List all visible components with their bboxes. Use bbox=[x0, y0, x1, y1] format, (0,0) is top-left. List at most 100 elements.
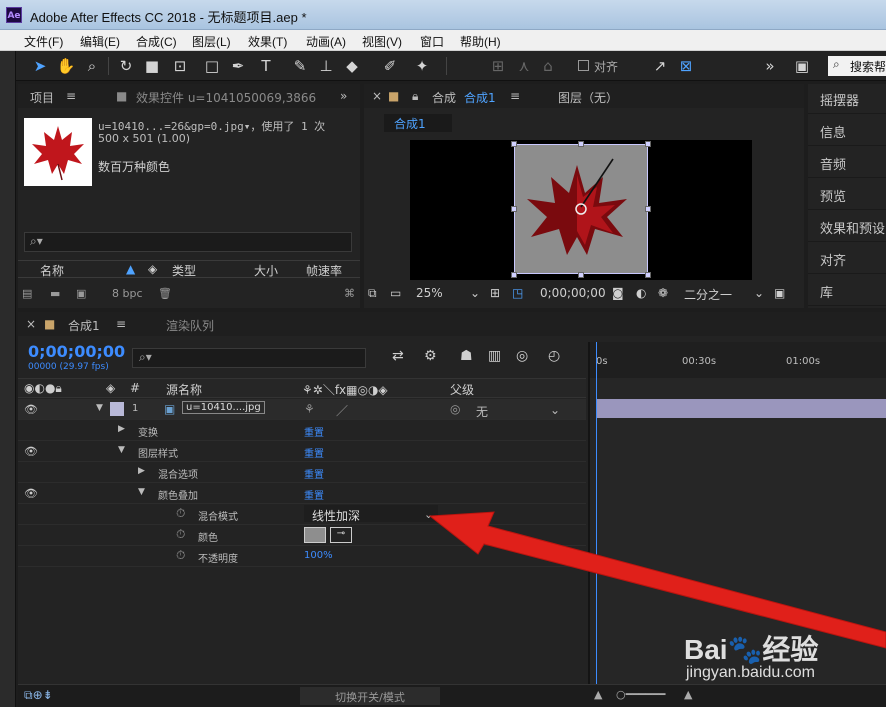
graph-editor-icon[interactable]: ◴ bbox=[548, 348, 560, 364]
align-checkbox[interactable] bbox=[578, 60, 589, 71]
layer-preview[interactable] bbox=[514, 144, 648, 274]
zoom-slider[interactable]: ○━━━━━━ bbox=[616, 688, 665, 701]
snap-grid-icon[interactable]: ⊠ bbox=[676, 56, 696, 76]
tab-timeline-comp[interactable]: 合成1 bbox=[68, 317, 100, 334]
layer-row[interactable]: 👁︎ ▼ 1 ▣ u=10410....jpg ⚘ ／ ◎ 无 ⌄ bbox=[18, 399, 586, 420]
panel-overflow-icon[interactable]: » bbox=[340, 89, 347, 103]
fit-frame-icon[interactable]: ⊞ bbox=[490, 286, 500, 300]
new-folder-icon[interactable]: ▬ bbox=[50, 287, 60, 300]
clone-stamp-tool-icon[interactable]: ⊥ bbox=[316, 56, 336, 76]
resolution-select[interactable]: 二分之一 bbox=[684, 286, 732, 303]
col-name[interactable]: 名称 bbox=[40, 262, 64, 279]
property-row-blend-mode[interactable]: ⏱ 混合模式 线性加深 ⌄ bbox=[18, 504, 586, 525]
col-frame-rate[interactable]: 帧速率 bbox=[306, 262, 342, 279]
comp-timecode[interactable]: 0;00;00;00 bbox=[540, 286, 606, 300]
trash-icon[interactable]: 🗑 bbox=[158, 287, 172, 300]
panel-preview[interactable]: 预览 bbox=[808, 180, 886, 210]
roto-brush-tool-icon[interactable]: ✐ bbox=[380, 56, 400, 76]
menu-animation[interactable]: 动画(A) bbox=[306, 33, 346, 50]
monitor-icon[interactable]: ▭ bbox=[390, 286, 401, 300]
tab-comp-name[interactable]: 合成1 bbox=[464, 89, 496, 106]
workspace-overflow-icon[interactable]: » bbox=[760, 56, 780, 76]
region-of-interest-icon[interactable]: ◳ bbox=[512, 286, 523, 300]
flowchart-icon[interactable]: ⌘ bbox=[344, 287, 355, 300]
project-search-input[interactable]: ⌕▾ bbox=[24, 232, 352, 252]
menu-window[interactable]: 窗口 bbox=[420, 33, 444, 50]
expand-triangle-icon[interactable]: ▼ bbox=[118, 445, 125, 455]
expand-triangle-icon[interactable]: ▼ bbox=[138, 487, 145, 497]
property-row-transform[interactable]: ▶ 变换 重置 bbox=[18, 420, 586, 441]
transform-handle[interactable] bbox=[578, 141, 584, 147]
eyedropper-icon[interactable]: ⊸ bbox=[330, 527, 352, 543]
eye-icon[interactable]: 👁︎ bbox=[24, 445, 38, 458]
color-swatch[interactable] bbox=[304, 527, 326, 543]
reset-link[interactable]: 重置 bbox=[304, 445, 324, 460]
playhead[interactable] bbox=[596, 342, 597, 692]
label-tag-icon[interactable]: ◈ bbox=[148, 262, 157, 276]
close-icon[interactable]: × bbox=[372, 89, 382, 103]
zoom-tool-icon[interactable]: ⌕ bbox=[82, 56, 102, 76]
frame-blending-icon[interactable]: ▥ bbox=[488, 348, 501, 364]
tab-project[interactable]: 项目 bbox=[30, 89, 54, 106]
shy-layers-icon[interactable]: ☗ bbox=[460, 348, 473, 364]
time-ruler[interactable]: 0s 00:30s 01:00s bbox=[590, 342, 886, 378]
stopwatch-icon[interactable]: ⏱ bbox=[176, 548, 185, 563]
zoom-select[interactable]: 25% bbox=[416, 286, 443, 300]
close-icon[interactable]: × bbox=[26, 317, 36, 331]
toggle-switches-modes-button[interactable]: 切换开关/模式 bbox=[300, 687, 440, 705]
zoom-out-icon[interactable]: ▲ bbox=[594, 688, 602, 701]
eraser-tool-icon[interactable]: ◆ bbox=[342, 56, 362, 76]
panel-audio[interactable]: 音频 bbox=[808, 148, 886, 178]
blend-mode-select[interactable]: 线性加深 bbox=[304, 505, 438, 523]
menu-help[interactable]: 帮助(H) bbox=[460, 33, 501, 50]
layer-name[interactable]: u=10410....jpg bbox=[182, 401, 265, 414]
transform-handle[interactable] bbox=[645, 141, 651, 147]
quality-switch-icon[interactable]: ／ bbox=[336, 402, 348, 419]
col-parent[interactable]: 父级 bbox=[450, 381, 474, 398]
menu-effect[interactable]: 效果(T) bbox=[248, 33, 287, 50]
property-row-opacity[interactable]: ⏱ 不透明度 100% bbox=[18, 546, 586, 567]
expand-triangle-icon[interactable]: ▼ bbox=[96, 403, 103, 413]
parent-select[interactable]: 无 bbox=[476, 403, 488, 420]
chevron-down-icon[interactable]: ⌄ bbox=[424, 508, 433, 521]
menu-file[interactable]: 文件(F) bbox=[24, 33, 63, 50]
search-help-input[interactable]: ⌕ 搜索帮 bbox=[828, 56, 886, 76]
text-tool-icon[interactable]: T bbox=[256, 56, 276, 76]
col-source-name[interactable]: 源名称 bbox=[166, 381, 202, 398]
color-channels-icon[interactable]: ❁ bbox=[658, 286, 668, 300]
pan-behind-tool-icon[interactable]: ⊡ bbox=[170, 56, 190, 76]
property-row-color[interactable]: ⏱ 颜色 ⊸ bbox=[18, 525, 586, 546]
transform-handle[interactable] bbox=[645, 206, 651, 212]
rotate-tool-icon[interactable]: ↻ bbox=[116, 56, 136, 76]
expand-triangle-icon[interactable]: ▶ bbox=[118, 424, 125, 434]
opacity-value[interactable]: 100% bbox=[304, 550, 333, 561]
panel-wiggler[interactable]: 摇摆器 bbox=[808, 84, 886, 114]
comp-breadcrumb[interactable]: 合成1 bbox=[384, 114, 452, 132]
property-row-color-overlay[interactable]: 👁︎ ▼ 颜色叠加 重置 bbox=[18, 483, 586, 504]
snapping-icon[interactable]: ↗ bbox=[650, 56, 670, 76]
stopwatch-icon[interactable]: ⏱ bbox=[176, 506, 185, 521]
timeline-timecode[interactable]: 0;00;00;00 bbox=[28, 342, 125, 361]
layer-label-color[interactable] bbox=[110, 402, 124, 416]
world-axis-icon[interactable]: ⋏ bbox=[514, 56, 534, 76]
reset-link[interactable]: 重置 bbox=[304, 466, 324, 481]
hand-tool-icon[interactable]: ✋ bbox=[56, 56, 76, 76]
panel-libraries[interactable]: 库 bbox=[808, 276, 886, 306]
expand-triangle-icon[interactable]: ▶ bbox=[138, 466, 145, 476]
show-snapshot-icon[interactable]: ◐ bbox=[636, 286, 646, 300]
col-size[interactable]: 大小 bbox=[254, 262, 278, 279]
transform-handle[interactable] bbox=[645, 272, 651, 278]
chevron-down-icon[interactable]: ⌄ bbox=[550, 403, 560, 417]
selection-tool-icon[interactable]: ➤ bbox=[30, 56, 50, 76]
panel-effects-presets[interactable]: 效果和预设 bbox=[808, 212, 886, 242]
pen-tool-icon[interactable]: ✒ bbox=[228, 56, 248, 76]
reset-link[interactable]: 重置 bbox=[304, 424, 324, 439]
chevron-down-icon[interactable]: ⌄ bbox=[470, 286, 480, 300]
timeline-search-input[interactable]: ⌕▾ bbox=[132, 348, 366, 368]
transform-handle[interactable] bbox=[511, 141, 517, 147]
tab-layer[interactable]: 图层（无） bbox=[558, 89, 618, 106]
rectangle-tool-icon[interactable]: □ bbox=[202, 56, 222, 76]
tab-effect-controls[interactable]: 效果控件 u=1041050069,386645 bbox=[136, 89, 316, 106]
bpc-label[interactable]: 8 bpc bbox=[112, 287, 143, 300]
panel-menu-icon[interactable]: ≡ bbox=[66, 89, 76, 103]
